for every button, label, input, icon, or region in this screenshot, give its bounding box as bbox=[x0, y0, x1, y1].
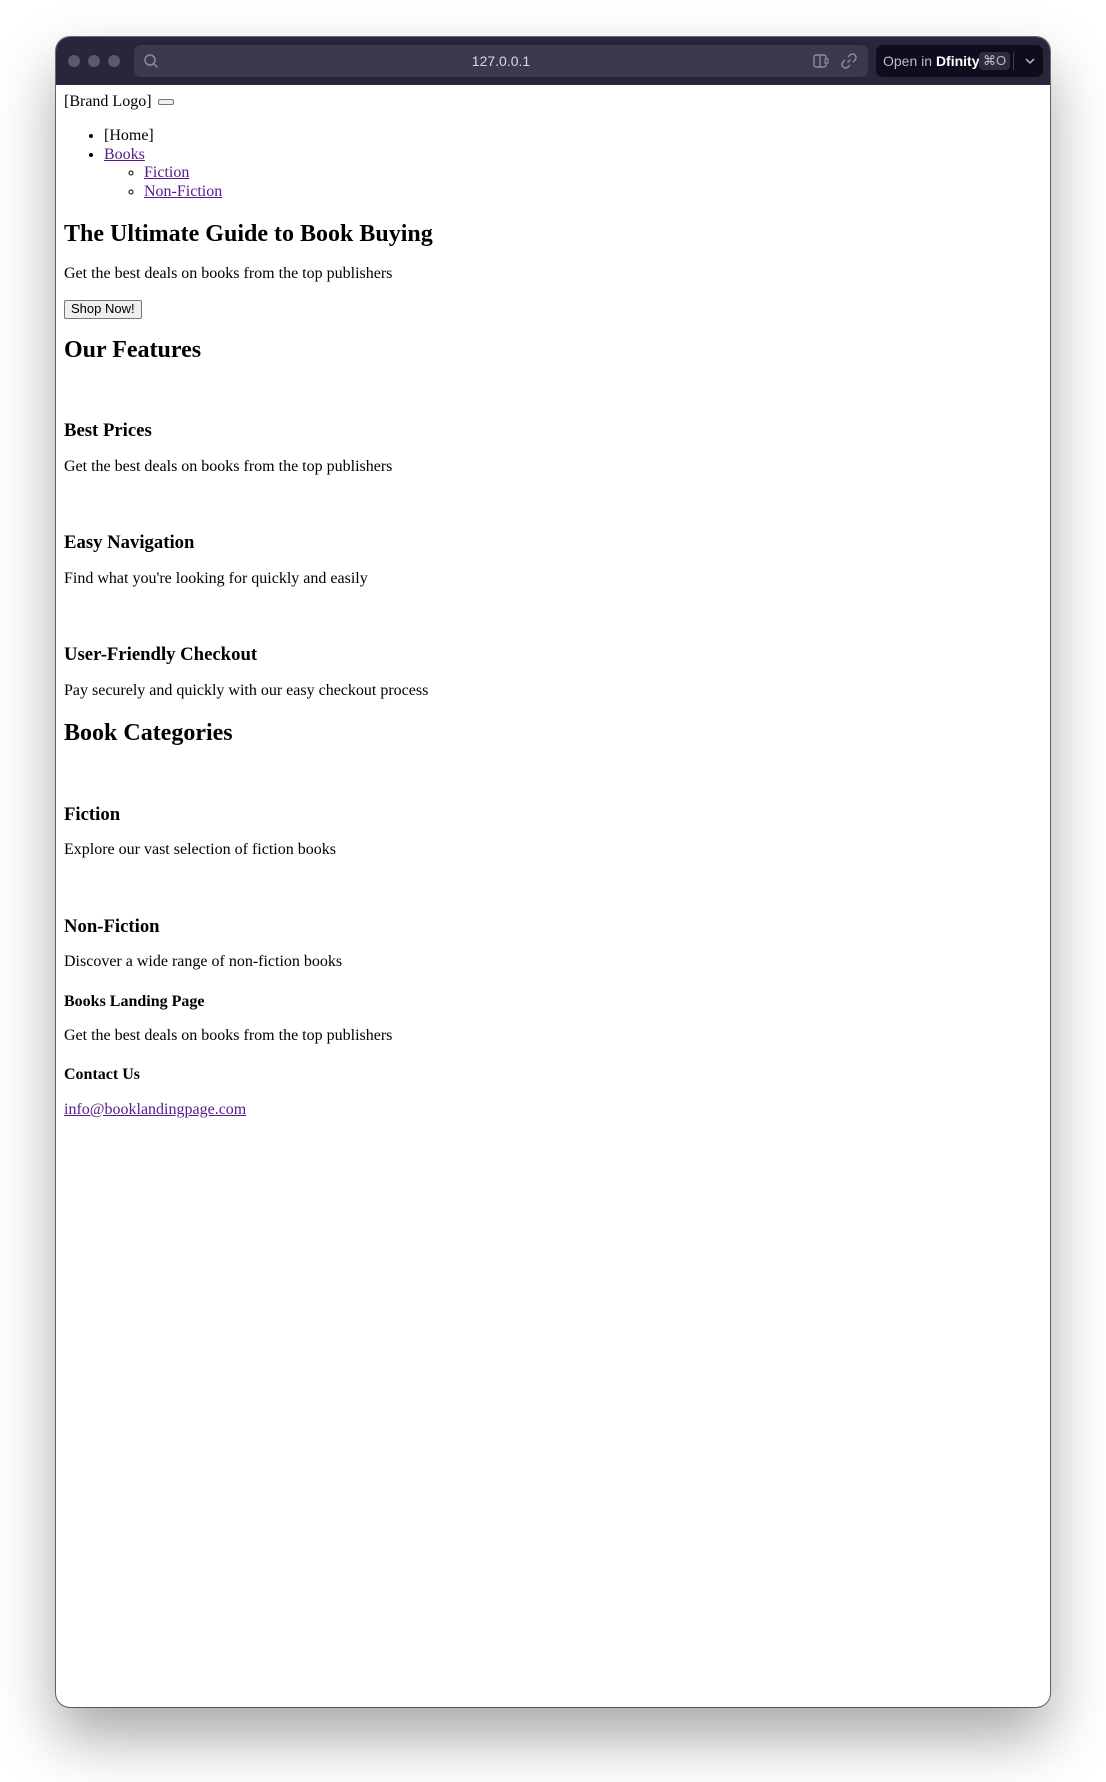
menu-toggle-button[interactable] bbox=[157, 99, 174, 106]
nav-link-non-fiction[interactable]: Non-Fiction bbox=[144, 183, 222, 200]
category-card: Non-Fiction Discover a wide range of non… bbox=[64, 860, 1042, 972]
feature-title: Easy Navigation bbox=[64, 532, 195, 554]
close-window-button[interactable] bbox=[68, 55, 80, 67]
footer-about-title: Books Landing Page bbox=[64, 992, 205, 1010]
nav-item-books: Books Fiction Non-Fiction bbox=[104, 146, 1042, 201]
footer-contact-title: Contact Us bbox=[64, 1066, 140, 1084]
address-bar[interactable]: 127.0.0.1 bbox=[134, 45, 868, 77]
category-title: Non-Fiction bbox=[64, 915, 160, 937]
feature-title: User-Friendly Checkout bbox=[64, 644, 258, 666]
category-text: Discover a wide range of non-fiction boo… bbox=[64, 953, 343, 971]
nav-item-home[interactable]: [Home] bbox=[104, 127, 1042, 145]
shop-now-button[interactable]: Shop Now! bbox=[64, 299, 142, 319]
open-in-shortcut: ⌘O bbox=[979, 52, 1011, 70]
open-in-app-name: Dfinity bbox=[935, 53, 980, 69]
features-heading: Our Features bbox=[64, 336, 202, 363]
reader-mode-icon[interactable] bbox=[812, 52, 830, 70]
address-text[interactable]: 127.0.0.1 bbox=[134, 53, 868, 69]
feature-card: Easy Navigation Find what you're looking… bbox=[64, 476, 1042, 588]
category-title: Fiction bbox=[64, 803, 121, 825]
submenu-item: Fiction bbox=[144, 164, 1042, 182]
open-in-label: Open in Dfinity bbox=[883, 53, 980, 69]
open-in-app-button[interactable]: Open in Dfinity ⌘O bbox=[876, 45, 1043, 77]
feature-card: User-Friendly Checkout Pay securely and … bbox=[64, 588, 1042, 700]
feature-text: Pay securely and quickly with our easy c… bbox=[64, 681, 429, 699]
browser-titlebar: 127.0.0.1 Open in Dfinity ⌘O bbox=[56, 37, 1050, 85]
maximize-window-button[interactable] bbox=[108, 55, 120, 67]
brand-logo[interactable]: [Brand Logo] bbox=[64, 93, 152, 110]
nav-link-books[interactable]: Books bbox=[104, 146, 145, 163]
footer-about-text: Get the best deals on books from the top… bbox=[64, 1026, 393, 1044]
divider bbox=[1013, 52, 1014, 70]
category-card: Fiction Explore our vast selection of fi… bbox=[64, 748, 1042, 860]
page-content: [Brand Logo] [Home] Books Fiction Non-Fi… bbox=[64, 85, 1042, 1707]
feature-card: Best Prices Get the best deals on books … bbox=[64, 364, 1042, 476]
feature-text: Get the best deals on books from the top… bbox=[64, 457, 393, 475]
header: [Brand Logo] bbox=[64, 93, 1042, 111]
minimize-window-button[interactable] bbox=[88, 55, 100, 67]
books-submenu: Fiction Non-Fiction bbox=[104, 164, 1042, 201]
window-controls bbox=[68, 55, 120, 67]
category-text: Explore our vast selection of fiction bo… bbox=[64, 841, 336, 859]
link-icon[interactable] bbox=[840, 52, 858, 70]
submenu-item: Non-Fiction bbox=[144, 183, 1042, 201]
main-nav: [Home] Books Fiction Non-Fiction bbox=[64, 127, 1042, 201]
feature-title: Best Prices bbox=[64, 420, 152, 442]
chevron-down-icon[interactable] bbox=[1024, 55, 1036, 67]
browser-window: 127.0.0.1 Open in Dfinity ⌘O [Brand Logo… bbox=[56, 37, 1050, 1707]
hero-title: The Ultimate Guide to Book Buying bbox=[64, 220, 433, 247]
categories-heading: Book Categories bbox=[64, 720, 233, 747]
contact-email-link[interactable]: info@booklandingpage.com bbox=[64, 1101, 246, 1118]
feature-text: Find what you're looking for quickly and… bbox=[64, 569, 368, 587]
nav-link-fiction[interactable]: Fiction bbox=[144, 164, 189, 181]
hero-subtitle: Get the best deals on books from the top… bbox=[64, 264, 393, 282]
